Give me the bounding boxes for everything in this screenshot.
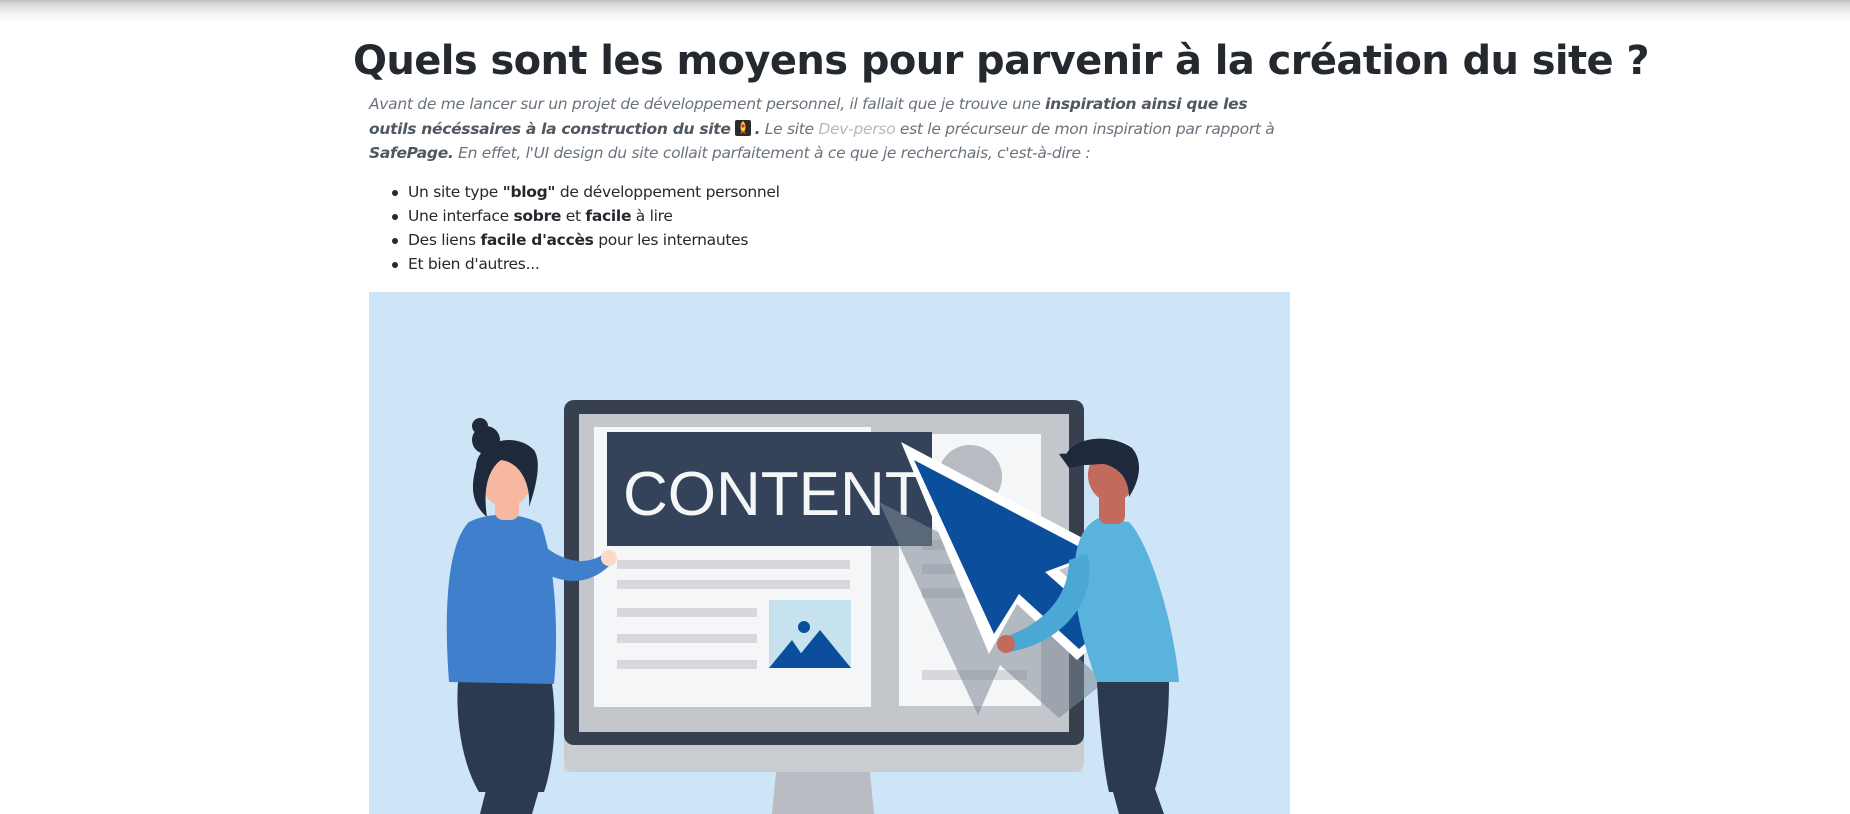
- intro-text: En effet, l'UI design du site collait pa…: [453, 144, 1091, 162]
- list-item-text: Des liens: [408, 231, 481, 249]
- list-item: Des liens facile d'accès pour les intern…: [370, 228, 780, 252]
- list-item-bold: facile: [585, 207, 632, 225]
- image-placeholder-icon: [769, 600, 851, 668]
- list-item: Et bien d'autres...: [370, 252, 780, 276]
- intro-paragraph: Avant de me lancer sur un projet de déve…: [369, 92, 1289, 166]
- intro-text: est le précurseur de mon inspiration par…: [895, 119, 1275, 138]
- content-banner: CONTENT: [607, 432, 932, 546]
- list-item-text: pour les internautes: [593, 231, 749, 249]
- list-item: Une interface sobre et facile à lire: [370, 204, 780, 228]
- feature-list: Un site type "blog" de développement per…: [370, 180, 780, 276]
- list-item-bold: facile d'accès: [480, 231, 594, 249]
- content-illustration: CONTENT: [369, 292, 1290, 814]
- browser-top-shadow: [0, 0, 1850, 22]
- banner-text: CONTENT: [623, 460, 923, 529]
- intro-text: Le site: [760, 119, 819, 138]
- bullet-icon: [392, 238, 398, 244]
- list-item-text: Un site type: [408, 183, 503, 201]
- list-item-text: et: [561, 207, 586, 225]
- bullet-icon: [392, 262, 398, 268]
- bullet-icon: [392, 190, 398, 196]
- list-item: Un site type "blog" de développement per…: [370, 180, 780, 204]
- bullet-icon: [392, 214, 398, 220]
- list-item-bold: sobre: [513, 207, 562, 225]
- intro-bold-safepage: SafePage.: [369, 144, 454, 162]
- dev-perso-link[interactable]: Dev-perso: [818, 120, 895, 138]
- list-item-text: Et bien d'autres...: [408, 255, 540, 273]
- list-item-text: à lire: [631, 207, 673, 225]
- page-title: Quels sont les moyens pour parvenir à la…: [353, 38, 1650, 84]
- list-item-bold: "blog": [502, 183, 556, 201]
- rocket-emoji-icon: [734, 119, 751, 136]
- list-item-text: Une interface: [408, 207, 514, 225]
- intro-text: Avant de me lancer sur un projet de déve…: [369, 95, 1046, 113]
- list-item-text: de développement personnel: [555, 183, 780, 201]
